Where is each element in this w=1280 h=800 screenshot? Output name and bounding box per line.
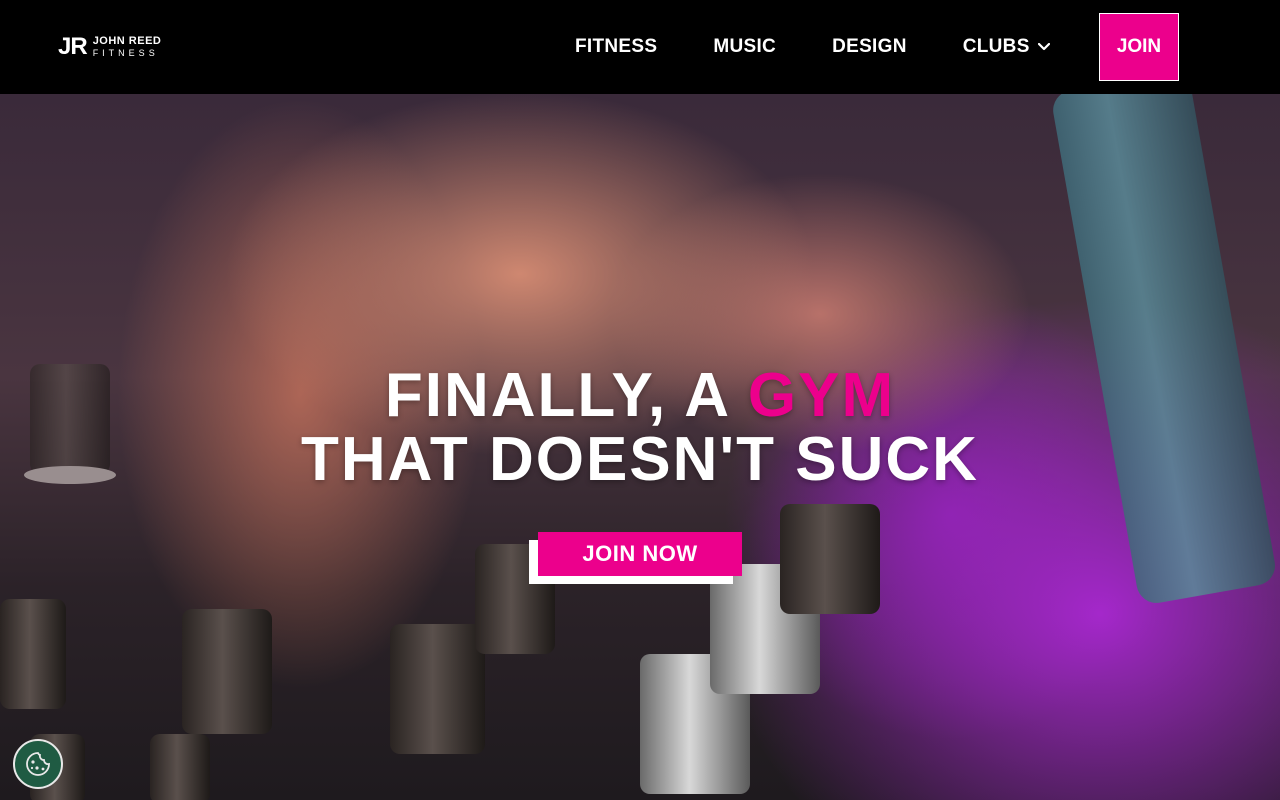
- nav-item-clubs[interactable]: CLUBS: [963, 36, 1050, 58]
- chevron-down-icon: [1037, 43, 1050, 51]
- logo-line1: JOHN REED: [92, 35, 162, 47]
- headline-part1: FINALLY, A: [384, 361, 748, 430]
- logo-text: JOHN REED FITNESS: [93, 36, 162, 58]
- brand-logo[interactable]: JR JOHN REED FITNESS: [58, 34, 161, 60]
- logo-mark: JR: [58, 33, 88, 60]
- headline-accent: GYM: [747, 361, 896, 430]
- mixer-knob: [384, 624, 491, 764]
- cookie-icon: [26, 752, 50, 776]
- mixer-knob: [176, 609, 278, 744]
- cta-wrapper: JOIN NOW: [529, 532, 742, 586]
- nav-item-design[interactable]: DESIGN: [832, 36, 907, 58]
- main-nav: FITNESS MUSIC DESIGN CLUBS: [575, 0, 1050, 94]
- headline-line2: THAT DOESN'T SUCK: [301, 425, 979, 494]
- mixer-knob: [0, 599, 72, 719]
- top-navbar: JR JOHN REED FITNESS FITNESS MUSIC DESIG…: [0, 0, 1280, 94]
- nav-item-clubs-label: CLUBS: [962, 36, 1030, 57]
- mixer-knob: [144, 734, 216, 800]
- mixer-knob: [774, 504, 886, 624]
- cookie-settings-button[interactable]: [13, 739, 63, 789]
- hero-section: FINALLY, A GYM THAT DOESN'T SUCK JOIN NO…: [0, 94, 1280, 800]
- hero-background-wristband: [1050, 94, 1279, 607]
- nav-item-music[interactable]: MUSIC: [713, 36, 776, 58]
- hero-headline: FINALLY, A GYM THAT DOESN'T SUCK: [0, 364, 1280, 492]
- nav-item-fitness[interactable]: FITNESS: [575, 36, 657, 58]
- join-button[interactable]: JOIN: [1099, 13, 1179, 81]
- logo-line2: FITNESS: [92, 48, 159, 58]
- join-now-button[interactable]: JOIN NOW: [538, 532, 742, 576]
